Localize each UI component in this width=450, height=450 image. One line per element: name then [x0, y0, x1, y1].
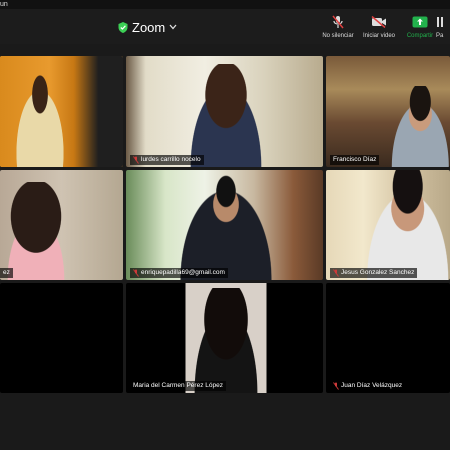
participant-name-tag: ez	[0, 268, 13, 278]
muted-mic-icon	[332, 15, 344, 29]
window-title: un	[0, 1, 8, 8]
participant-video	[356, 170, 450, 280]
participant-name-tag: lurdes carrillo nocelo	[130, 155, 204, 165]
participant-video	[384, 86, 450, 167]
participant-figure	[186, 288, 266, 393]
video-tile[interactable]: Maria del Carmen Pérez López	[126, 283, 323, 393]
pause-share-button[interactable]: Pa	[436, 15, 450, 39]
video-off-icon	[371, 16, 386, 28]
share-screen-label: Compartir	[406, 33, 434, 39]
share-screen-icon	[412, 16, 428, 28]
participant-video	[181, 64, 271, 167]
participant-name-tag: enriquepadilla69@gmail.com	[130, 268, 228, 278]
security-shield-icon	[118, 21, 128, 33]
participant-name: Francisco Díaz	[333, 156, 377, 163]
video-tile[interactable]: Jesus Gonzalez Sanchez	[326, 170, 450, 280]
pause-icon	[437, 17, 443, 27]
video-tile-empty[interactable]	[0, 283, 123, 393]
video-tile-camera-off[interactable]: Juan Díaz Velázquez	[326, 283, 450, 393]
participant-name: Maria del Carmen Pérez López	[133, 382, 223, 389]
muted-mic-icon	[133, 269, 139, 277]
window-titlebar: un	[0, 0, 450, 9]
participant-name: Juan Díaz Velázquez	[341, 382, 403, 389]
muted-mic-icon	[333, 269, 339, 277]
meeting-title[interactable]: Zoom	[118, 18, 177, 36]
participant-name: lurdes carrillo nocelo	[141, 156, 201, 163]
muted-mic-icon	[333, 382, 339, 390]
video-tile[interactable]: Francisco Díaz	[326, 56, 450, 167]
muted-mic-icon	[133, 156, 139, 164]
video-tile[interactable]: ez	[0, 170, 123, 280]
meeting-title-label: Zoom	[132, 19, 166, 35]
participant-name-tag: Maria del Carmen Pérez López	[130, 381, 226, 391]
start-video-label: Iniciar video	[362, 33, 395, 39]
participant-name: ez	[3, 269, 10, 276]
pause-share-label: Pa	[436, 33, 444, 39]
unmute-label: No silenciar	[322, 33, 354, 39]
unmute-button[interactable]: No silenciar	[316, 15, 360, 39]
chevron-down-icon	[169, 24, 177, 30]
participant-video	[10, 74, 70, 167]
start-video-button[interactable]: Iniciar video	[357, 15, 401, 39]
participant-video	[0, 182, 80, 280]
video-tile[interactable]: lurdes carrillo nocelo	[126, 56, 323, 167]
meeting-toolbar: Zoom No silenciar Iniciar video Comparti…	[0, 9, 450, 44]
participant-name: Jesus Gonzalez Sanchez	[341, 269, 415, 276]
participant-video	[171, 172, 281, 280]
participant-name-tag: Juan Díaz Velázquez	[330, 381, 406, 391]
participant-name: enriquepadilla69@gmail.com	[141, 269, 225, 276]
video-tile-active-speaker[interactable]	[0, 56, 123, 167]
participant-name-tag: Francisco Díaz	[330, 155, 380, 165]
participant-name-tag: Jesus Gonzalez Sanchez	[330, 268, 418, 278]
video-tile[interactable]: enriquepadilla69@gmail.com	[126, 170, 323, 280]
